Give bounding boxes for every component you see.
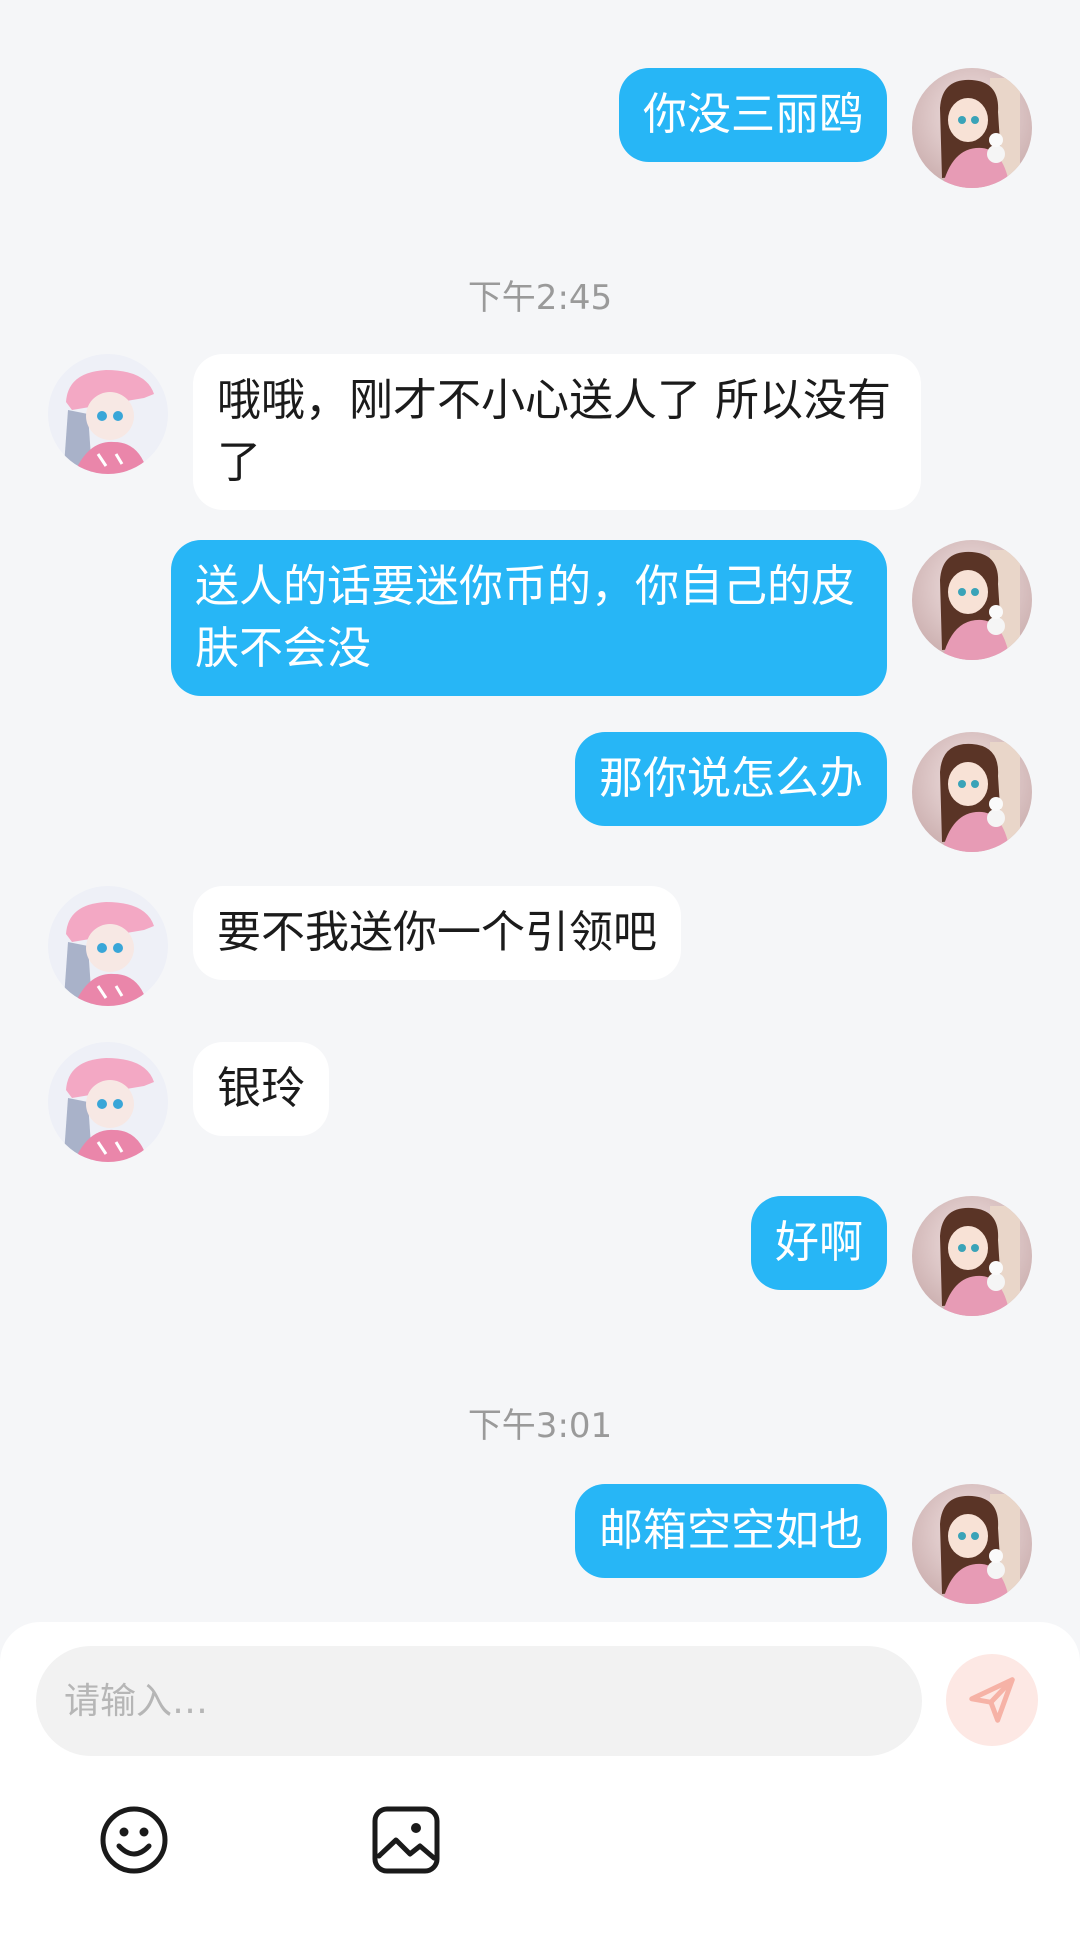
contact-avatar[interactable]	[48, 886, 168, 1006]
message-bubble-received[interactable]: 银玲	[193, 1042, 329, 1136]
timestamp: 下午2:45	[467, 278, 613, 318]
image-icon	[372, 1806, 440, 1874]
timestamp: 下午3:01	[467, 1406, 613, 1446]
chat-history[interactable]: 你没三丽鸥 下午2:45 哦哦，刚才不小心送人了 所以没有了 送人的话要迷你币的…	[0, 0, 1080, 1620]
message-bubble-sent[interactable]: 送人的话要迷你币的，你自己的皮肤不会没	[171, 540, 887, 696]
message-bubble-received[interactable]: 要不我送你一个引领吧	[193, 886, 681, 980]
my-avatar[interactable]	[912, 540, 1032, 660]
emoji-icon	[100, 1806, 168, 1874]
contact-avatar[interactable]	[48, 354, 168, 474]
message-bubble-sent[interactable]: 你没三丽鸥	[619, 68, 887, 162]
emoji-button[interactable]	[98, 1804, 170, 1876]
my-avatar[interactable]	[912, 732, 1032, 852]
send-button[interactable]	[946, 1654, 1038, 1746]
composer-bar	[0, 1622, 1080, 1934]
my-avatar[interactable]	[912, 68, 1032, 188]
send-icon	[969, 1677, 1015, 1723]
message-bubble-sent[interactable]: 好啊	[751, 1196, 887, 1290]
my-avatar[interactable]	[912, 1196, 1032, 1316]
message-input[interactable]	[36, 1646, 922, 1756]
message-bubble-sent[interactable]: 邮箱空空如也	[575, 1484, 887, 1578]
image-button[interactable]	[370, 1804, 442, 1876]
message-bubble-sent[interactable]: 那你说怎么办	[575, 732, 887, 826]
my-avatar[interactable]	[912, 1484, 1032, 1604]
contact-avatar[interactable]	[48, 1042, 168, 1162]
message-bubble-received[interactable]: 哦哦，刚才不小心送人了 所以没有了	[193, 354, 921, 510]
